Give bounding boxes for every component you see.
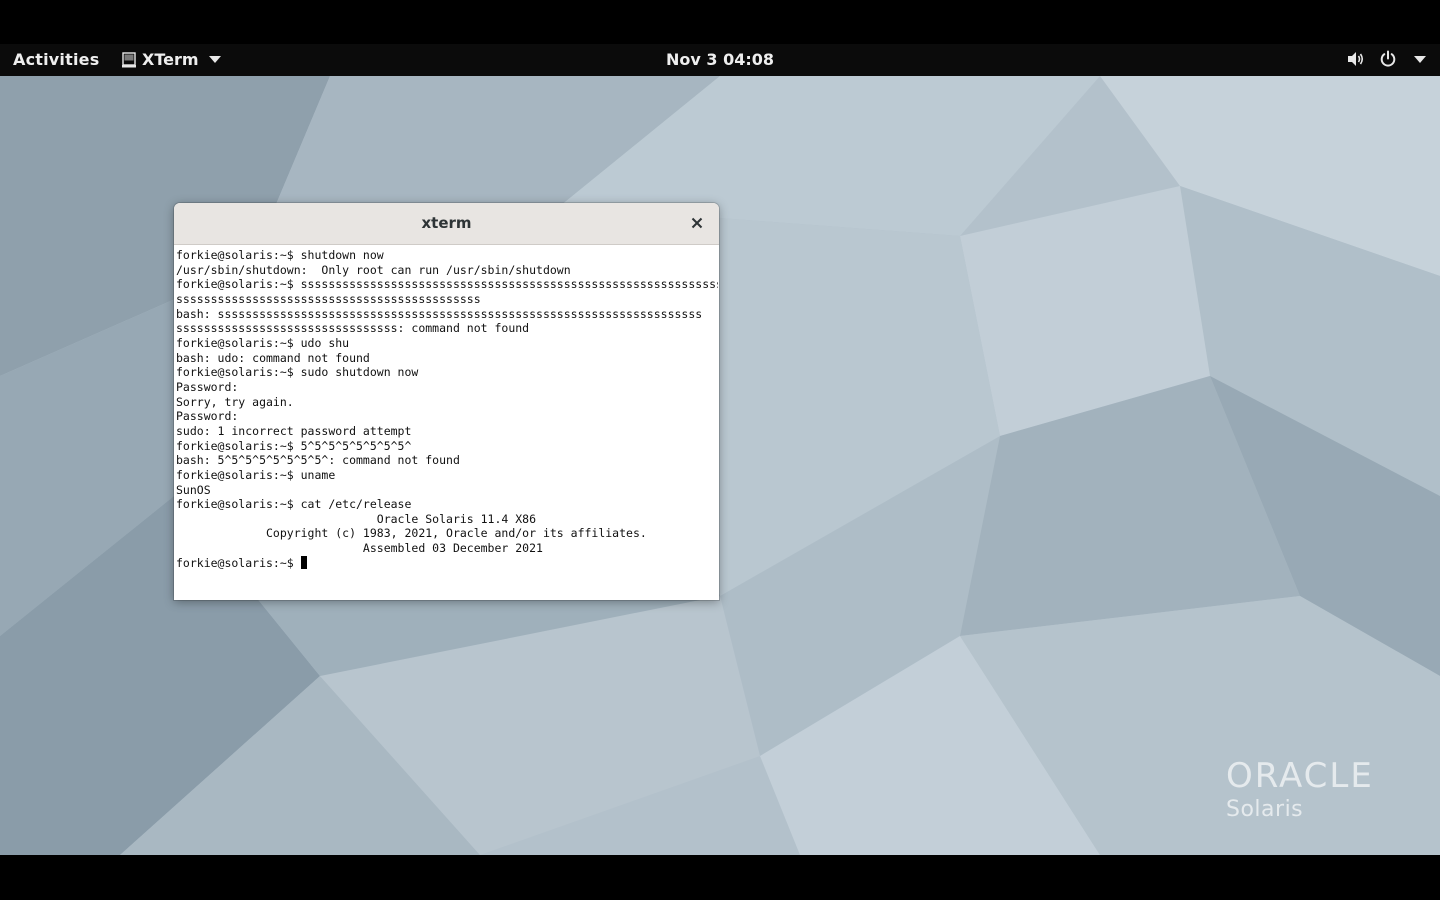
oracle-solaris-logo: ORACLE Solaris [1226, 759, 1374, 822]
app-menu-label: XTerm [142, 50, 199, 69]
terminal-line: SunOS [176, 482, 211, 497]
terminal-line: forkie@solaris:~$ uname [176, 467, 336, 482]
terminal-line: ssssssssssssssssssssssssssssssssssssssss… [176, 291, 481, 306]
terminal-line: sudo: 1 incorrect password attempt [176, 423, 412, 438]
letterbox-top [0, 0, 1440, 44]
volume-icon[interactable] [1346, 49, 1366, 69]
terminal-app-icon [122, 51, 136, 68]
screen: Activities XTerm Nov 3 04:08 ORACLE Sola… [0, 0, 1440, 900]
power-icon[interactable] [1378, 49, 1398, 69]
letterbox-bottom [0, 855, 1440, 900]
activities-button[interactable]: Activities [13, 50, 99, 69]
close-button[interactable] [687, 213, 707, 233]
xterm-window[interactable]: xterm forkie@solaris:~$ shutdown now/usr… [174, 203, 719, 600]
terminal-line: Assembled 03 December 2021 [176, 541, 543, 556]
close-icon [691, 217, 703, 229]
terminal-line: forkie@solaris:~$ cat /etc/release [176, 497, 412, 512]
terminal-line: Oracle Solaris 11.4 X86 [176, 511, 537, 526]
terminal-line: bash: udo: command not found [176, 350, 370, 365]
terminal-line: ssssssssssssssssssssssssssssssss: comman… [176, 321, 530, 336]
terminal-line: forkie@solaris:~$ 5^5^5^5^5^5^5^5^ [176, 438, 412, 453]
system-status-area[interactable] [1346, 49, 1426, 69]
terminal-line: Password: [176, 409, 239, 424]
window-title: xterm [421, 214, 472, 232]
logo-brand: ORACLE [1226, 756, 1374, 796]
terminal-line: Password: [176, 379, 239, 394]
chevron-down-icon[interactable] [1414, 55, 1426, 63]
logo-product: Solaris [1226, 797, 1304, 822]
terminal-output[interactable]: forkie@solaris:~$ shutdown now/usr/sbin/… [175, 246, 718, 600]
terminal-line: Sorry, try again. [176, 394, 294, 409]
terminal-line: forkie@solaris:~$ ssssssssssssssssssssss… [176, 277, 718, 292]
terminal-line: forkie@solaris:~$ udo shu [176, 335, 350, 350]
text-cursor [300, 555, 307, 569]
terminal-prompt-line[interactable]: forkie@solaris:~$ [176, 555, 718, 571]
terminal-line: /usr/sbin/shutdown: Only root can run /u… [176, 262, 571, 277]
chevron-down-icon [208, 56, 221, 63]
terminal-line: bash: 5^5^5^5^5^5^5^5^: command not foun… [176, 453, 460, 468]
clock[interactable]: Nov 3 04:08 [666, 50, 774, 69]
terminal-line: Copyright (c) 1983, 2021, Oracle and/or … [176, 526, 647, 541]
window-titlebar[interactable]: xterm [174, 203, 719, 245]
app-menu[interactable]: XTerm [122, 50, 221, 69]
terminal-line: forkie@solaris:~$ sudo shutdown now [176, 365, 419, 380]
top-bar: Activities XTerm Nov 3 04:08 [0, 44, 1440, 76]
terminal-prompt: forkie@solaris:~$ [176, 555, 301, 570]
terminal-line: forkie@solaris:~$ shutdown now [176, 248, 384, 262]
terminal-line: bash: ssssssssssssssssssssssssssssssssss… [176, 306, 703, 321]
